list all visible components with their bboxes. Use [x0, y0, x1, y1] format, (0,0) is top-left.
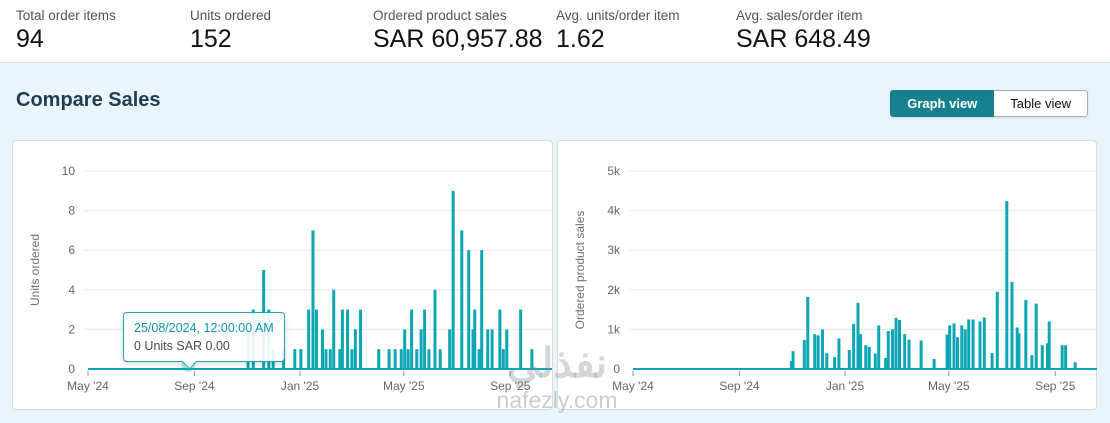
metric-label: Avg. sales/order item	[736, 8, 871, 23]
metric-label: Units ordered	[190, 8, 271, 23]
svg-text:Jan '25: Jan '25	[281, 379, 320, 393]
units-ordered-chart[interactable]: 0 2 4 6 8 10 May '24 Sep '24 Jan '25 May '25 Sep '…	[13, 141, 554, 411]
svg-text:May '24: May '24	[67, 379, 109, 393]
svg-text:4k: 4k	[607, 204, 621, 218]
metric-avg-sales-per-order: Avg. sales/order item SAR 648.49	[736, 8, 871, 54]
page-title: Compare Sales	[16, 89, 161, 112]
metric-value: SAR 60,957.88	[373, 25, 543, 54]
metric-ordered-product-sales: Ordered product sales SAR 60,957.88	[373, 8, 543, 54]
svg-text:3k: 3k	[607, 243, 621, 257]
table-view-button[interactable]: Table view	[994, 90, 1088, 117]
svg-text:May '25: May '25	[383, 379, 425, 393]
metric-value: 94	[16, 25, 116, 54]
metric-units-ordered: Units ordered 152	[190, 8, 271, 54]
tooltip-date: 25/08/2024, 12:00:00 AM	[134, 319, 274, 337]
svg-text:Sep '24: Sep '24	[174, 379, 215, 393]
svg-text:4: 4	[68, 283, 75, 297]
svg-text:Sep '25: Sep '25	[490, 379, 531, 393]
graph-view-button[interactable]: Graph view	[890, 90, 994, 117]
svg-text:Sep '25: Sep '25	[1035, 379, 1076, 393]
svg-text:5k: 5k	[607, 164, 621, 178]
svg-text:Sep '24: Sep '24	[719, 379, 760, 393]
metric-label: Avg. units/order item	[556, 8, 680, 23]
product-sales-card: 0 1k 2k 3k 4k 5k May '24 Sep '24 Jan '25 May '25 S…	[557, 140, 1097, 410]
svg-text:0: 0	[68, 362, 75, 376]
metrics-bar: Total order items 94 Units ordered 152 O…	[0, 0, 1110, 63]
product-sales-chart[interactable]: 0 1k 2k 3k 4k 5k May '24 Sep '24 Jan '25 May '25 S…	[558, 141, 1098, 411]
svg-text:0: 0	[613, 362, 620, 376]
metric-value: 1.62	[556, 25, 680, 54]
metric-total-order-items: Total order items 94	[16, 8, 116, 54]
units-ordered-card: 0 2 4 6 8 10 May '24 Sep '24 Jan '25 May '25 Sep '…	[12, 140, 553, 410]
svg-text:May '24: May '24	[612, 379, 654, 393]
svg-text:8: 8	[68, 204, 75, 218]
metric-label: Total order items	[16, 8, 116, 23]
svg-text:6: 6	[68, 243, 75, 257]
view-toggle: Graph view Table view	[890, 90, 1088, 117]
svg-text:Ordered product sales: Ordered product sales	[573, 211, 587, 330]
svg-text:1k: 1k	[607, 322, 621, 336]
metric-avg-units-per-order: Avg. units/order item 1.62	[556, 8, 680, 54]
svg-text:2k: 2k	[607, 283, 621, 297]
svg-text:Jan '25: Jan '25	[826, 379, 865, 393]
metric-value: 152	[190, 25, 271, 54]
svg-text:Units ordered: Units ordered	[28, 234, 42, 306]
metric-label: Ordered product sales	[373, 8, 543, 23]
svg-text:2: 2	[68, 322, 75, 336]
metric-value: SAR 648.49	[736, 25, 871, 54]
svg-text:10: 10	[62, 164, 76, 178]
chart-tooltip: 25/08/2024, 12:00:00 AM 0 Units SAR 0.00	[123, 312, 285, 362]
tooltip-value: 0 Units SAR 0.00	[134, 337, 274, 355]
svg-text:May '25: May '25	[928, 379, 970, 393]
